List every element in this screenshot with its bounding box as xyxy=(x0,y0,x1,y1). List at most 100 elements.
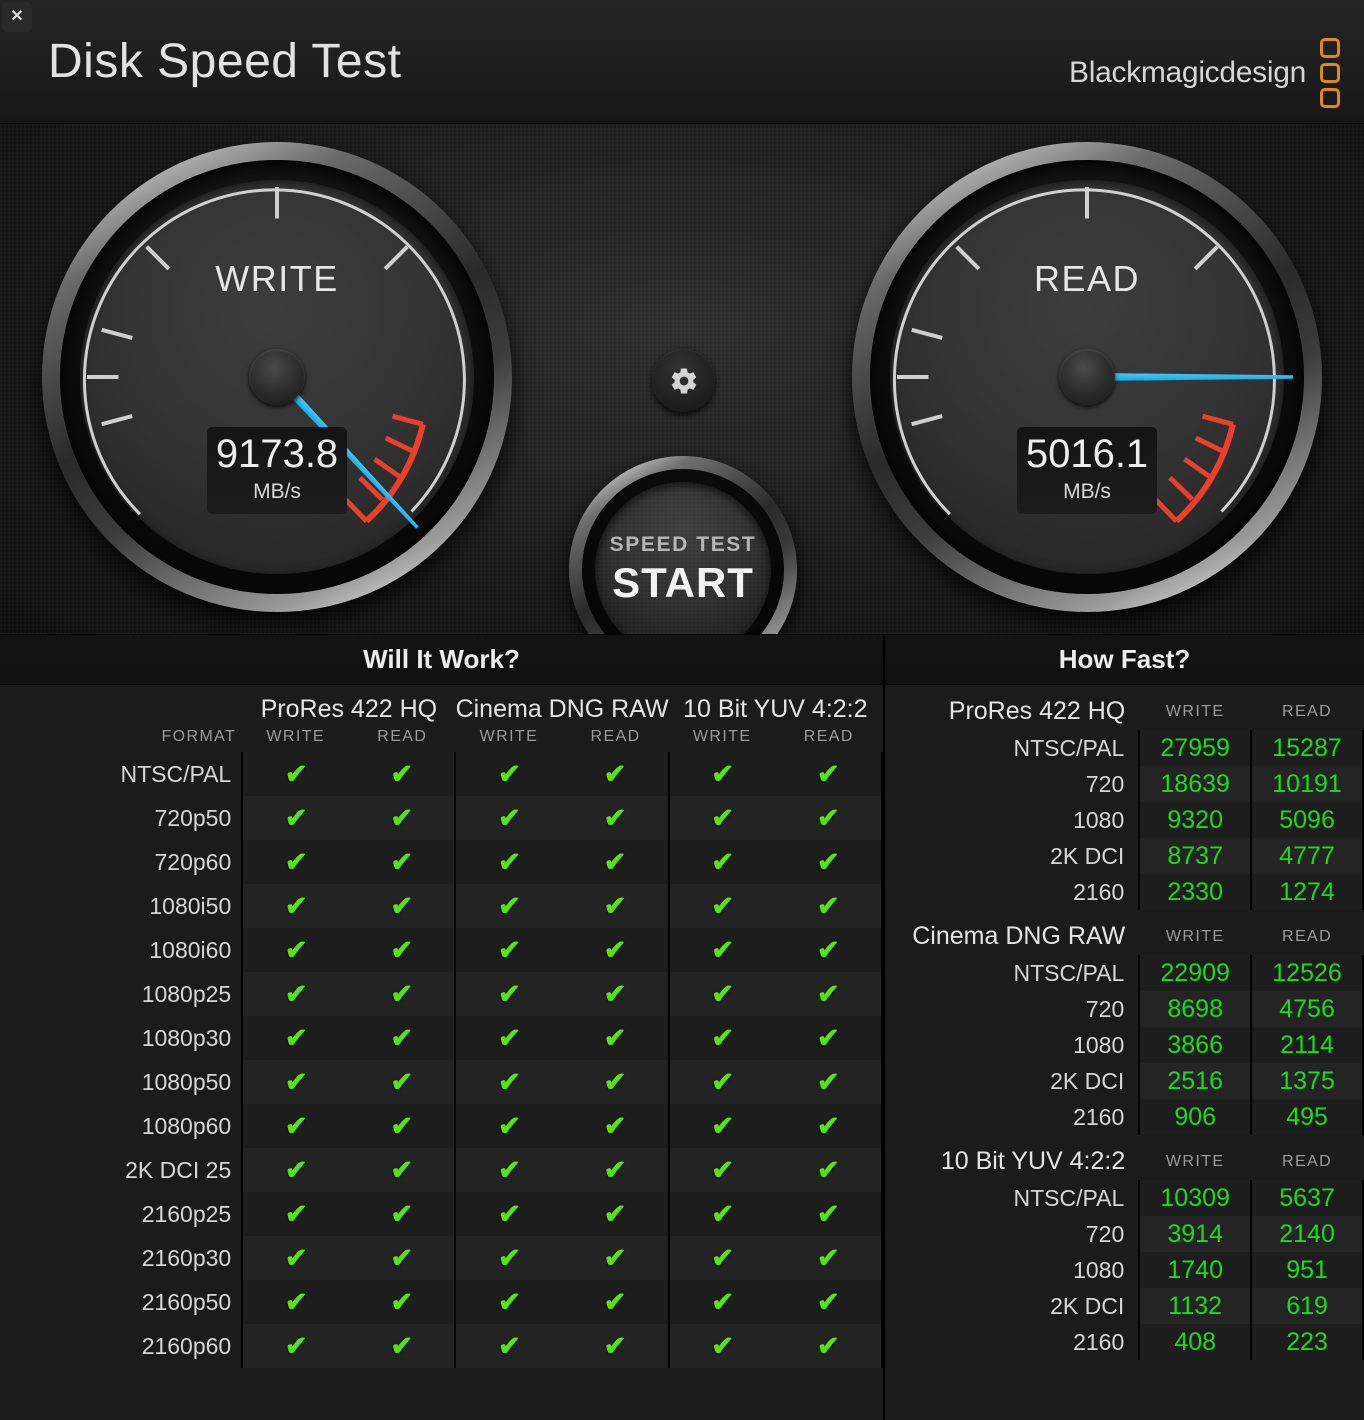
table-row: 2160 2330 1274 xyxy=(885,874,1364,910)
how-fast-write-value: 1740 xyxy=(1138,1252,1252,1288)
how-fast-read-header: READ xyxy=(1282,927,1333,945)
how-fast-read-value: 5096 xyxy=(1250,802,1364,838)
checkmark-icon: ✔ xyxy=(816,1066,840,1097)
results-section: Will It Work? ProRes 422 HQ Cinema DNG R… xyxy=(0,635,1364,1420)
checkmark-icon: ✔ xyxy=(284,1286,308,1317)
checkmark-icon: ✔ xyxy=(390,1154,414,1185)
support-cell: ✔ xyxy=(349,884,456,928)
checkmark-icon: ✔ xyxy=(284,846,308,877)
close-icon[interactable]: ✕ xyxy=(2,2,32,32)
checkmark-icon: ✔ xyxy=(711,1154,734,1185)
checkmark-icon: ✔ xyxy=(390,802,414,833)
support-cell: ✔ xyxy=(241,840,350,884)
checkmark-icon: ✔ xyxy=(711,1066,734,1097)
table-row: 720 3914 2140 xyxy=(885,1216,1364,1252)
how-fast-row-label: 2K DCI xyxy=(1050,1067,1125,1094)
table-row: NTSC/PAL 10309 5637 xyxy=(885,1180,1364,1216)
support-cell: ✔ xyxy=(241,928,350,972)
checkmark-icon: ✔ xyxy=(816,890,840,921)
read-value: 5016.1 xyxy=(1025,432,1149,476)
how-fast-write-value: 3866 xyxy=(1138,1027,1252,1063)
checkmark-icon: ✔ xyxy=(603,934,627,965)
support-cell: ✔ xyxy=(241,1148,350,1192)
checkmark-icon: ✔ xyxy=(711,890,734,921)
support-cell: ✔ xyxy=(667,1192,776,1236)
support-cell: ✔ xyxy=(241,1104,350,1148)
support-cell: ✔ xyxy=(454,752,563,796)
checkmark-icon: ✔ xyxy=(603,1286,627,1317)
checkmark-icon: ✔ xyxy=(711,758,734,789)
support-cell: ✔ xyxy=(454,1236,563,1280)
support-cell: ✔ xyxy=(775,1324,884,1368)
how-fast-group-header: ProRes 422 HQ WRITE READ xyxy=(885,689,1363,730)
support-cell: ✔ xyxy=(562,1236,669,1280)
how-fast-read-value: 223 xyxy=(1250,1324,1364,1360)
yuv-write-header: WRITE xyxy=(692,728,752,745)
table-row: 1080p60 ✔ ✔ ✔ ✔ ✔ ✔ xyxy=(0,1104,884,1148)
support-cell: ✔ xyxy=(454,1104,563,1148)
support-cell: ✔ xyxy=(667,884,776,928)
row-format-label: 1080p50 xyxy=(141,1068,232,1095)
how-fast-write-value: 18639 xyxy=(1138,766,1252,802)
checkmark-icon: ✔ xyxy=(603,1022,627,1053)
how-fast-write-header: WRITE xyxy=(1165,927,1225,945)
speed-test-start-button[interactable]: SPEED TEST START xyxy=(569,456,797,634)
how-fast-group: Cinema DNG RAW WRITE READ NTSC/PAL 22909 1252… xyxy=(885,914,1364,1135)
how-fast-group-header: 10 Bit YUV 4:2:2 WRITE READ xyxy=(885,1139,1363,1180)
read-readout: 5016.1 MB/s xyxy=(1017,427,1157,514)
write-readout: 9173.8 MB/s xyxy=(207,427,347,514)
checkmark-icon: ✔ xyxy=(390,1066,414,1097)
support-cell: ✔ xyxy=(562,840,669,884)
checkmark-icon: ✔ xyxy=(498,1022,521,1053)
support-cell: ✔ xyxy=(667,1016,776,1060)
checkmark-icon: ✔ xyxy=(603,802,627,833)
checkmark-icon: ✔ xyxy=(390,846,414,877)
checkmark-icon: ✔ xyxy=(816,978,840,1009)
row-format-label: 1080p30 xyxy=(141,1024,232,1051)
support-cell: ✔ xyxy=(775,796,884,840)
table-row: 2K DCI 8737 4777 xyxy=(885,838,1364,874)
support-cell: ✔ xyxy=(349,1280,456,1324)
support-cell: ✔ xyxy=(454,1280,563,1324)
how-fast-row-label: 1080 xyxy=(1073,1031,1125,1058)
codec-header-prores: ProRes 422 HQ xyxy=(260,695,438,723)
table-row: NTSC/PAL 22909 12526 xyxy=(885,955,1364,991)
checkmark-icon: ✔ xyxy=(816,934,840,965)
start-button-label: START xyxy=(612,559,754,606)
support-cell: ✔ xyxy=(667,1148,776,1192)
row-format-label: 720p50 xyxy=(154,804,232,831)
table-row: 1080i60 ✔ ✔ ✔ ✔ ✔ ✔ xyxy=(0,928,884,972)
how-fast-read-value: 619 xyxy=(1250,1288,1364,1324)
dng-write-header: WRITE xyxy=(479,728,539,745)
how-fast-row-label: 2160 xyxy=(1073,1328,1125,1355)
how-fast-codec-label: Cinema DNG RAW xyxy=(912,922,1126,950)
page-title: Disk Speed Test xyxy=(48,35,402,88)
support-cell: ✔ xyxy=(349,972,456,1016)
gear-icon[interactable] xyxy=(652,349,715,412)
how-fast-row-label: NTSC/PAL xyxy=(1013,734,1125,761)
how-fast-row-label: 720 xyxy=(1085,1220,1125,1247)
support-cell: ✔ xyxy=(667,1280,776,1324)
read-unit: MB/s xyxy=(1063,480,1111,503)
support-cell: ✔ xyxy=(562,928,669,972)
brand-squares-icon xyxy=(1320,38,1340,108)
how-fast-read-value: 1274 xyxy=(1250,874,1364,910)
how-fast-title: How Fast? xyxy=(1058,644,1191,674)
how-fast-group: ProRes 422 HQ WRITE READ NTSC/PAL 27959 15287… xyxy=(885,689,1364,910)
row-format-label: 1080i60 xyxy=(149,936,232,963)
checkmark-icon: ✔ xyxy=(284,978,308,1009)
how-fast-row-label: 2K DCI xyxy=(1050,842,1125,869)
checkmark-icon: ✔ xyxy=(390,934,414,965)
support-cell: ✔ xyxy=(454,1148,563,1192)
table-row: 2160p25 ✔ ✔ ✔ ✔ ✔ ✔ xyxy=(0,1192,884,1236)
checkmark-icon: ✔ xyxy=(390,1242,414,1273)
how-fast-write-value: 3914 xyxy=(1138,1216,1252,1252)
dng-read-header: READ xyxy=(590,728,641,745)
how-fast-read-value: 4756 xyxy=(1250,991,1364,1027)
support-cell: ✔ xyxy=(454,884,563,928)
checkmark-icon: ✔ xyxy=(603,1242,627,1273)
format-column-header: FORMAT xyxy=(161,728,237,745)
how-fast-group: 10 Bit YUV 4:2:2 WRITE READ NTSC/PAL 10309 56… xyxy=(885,1139,1364,1360)
support-cell: ✔ xyxy=(349,1104,456,1148)
support-cell: ✔ xyxy=(775,1148,884,1192)
